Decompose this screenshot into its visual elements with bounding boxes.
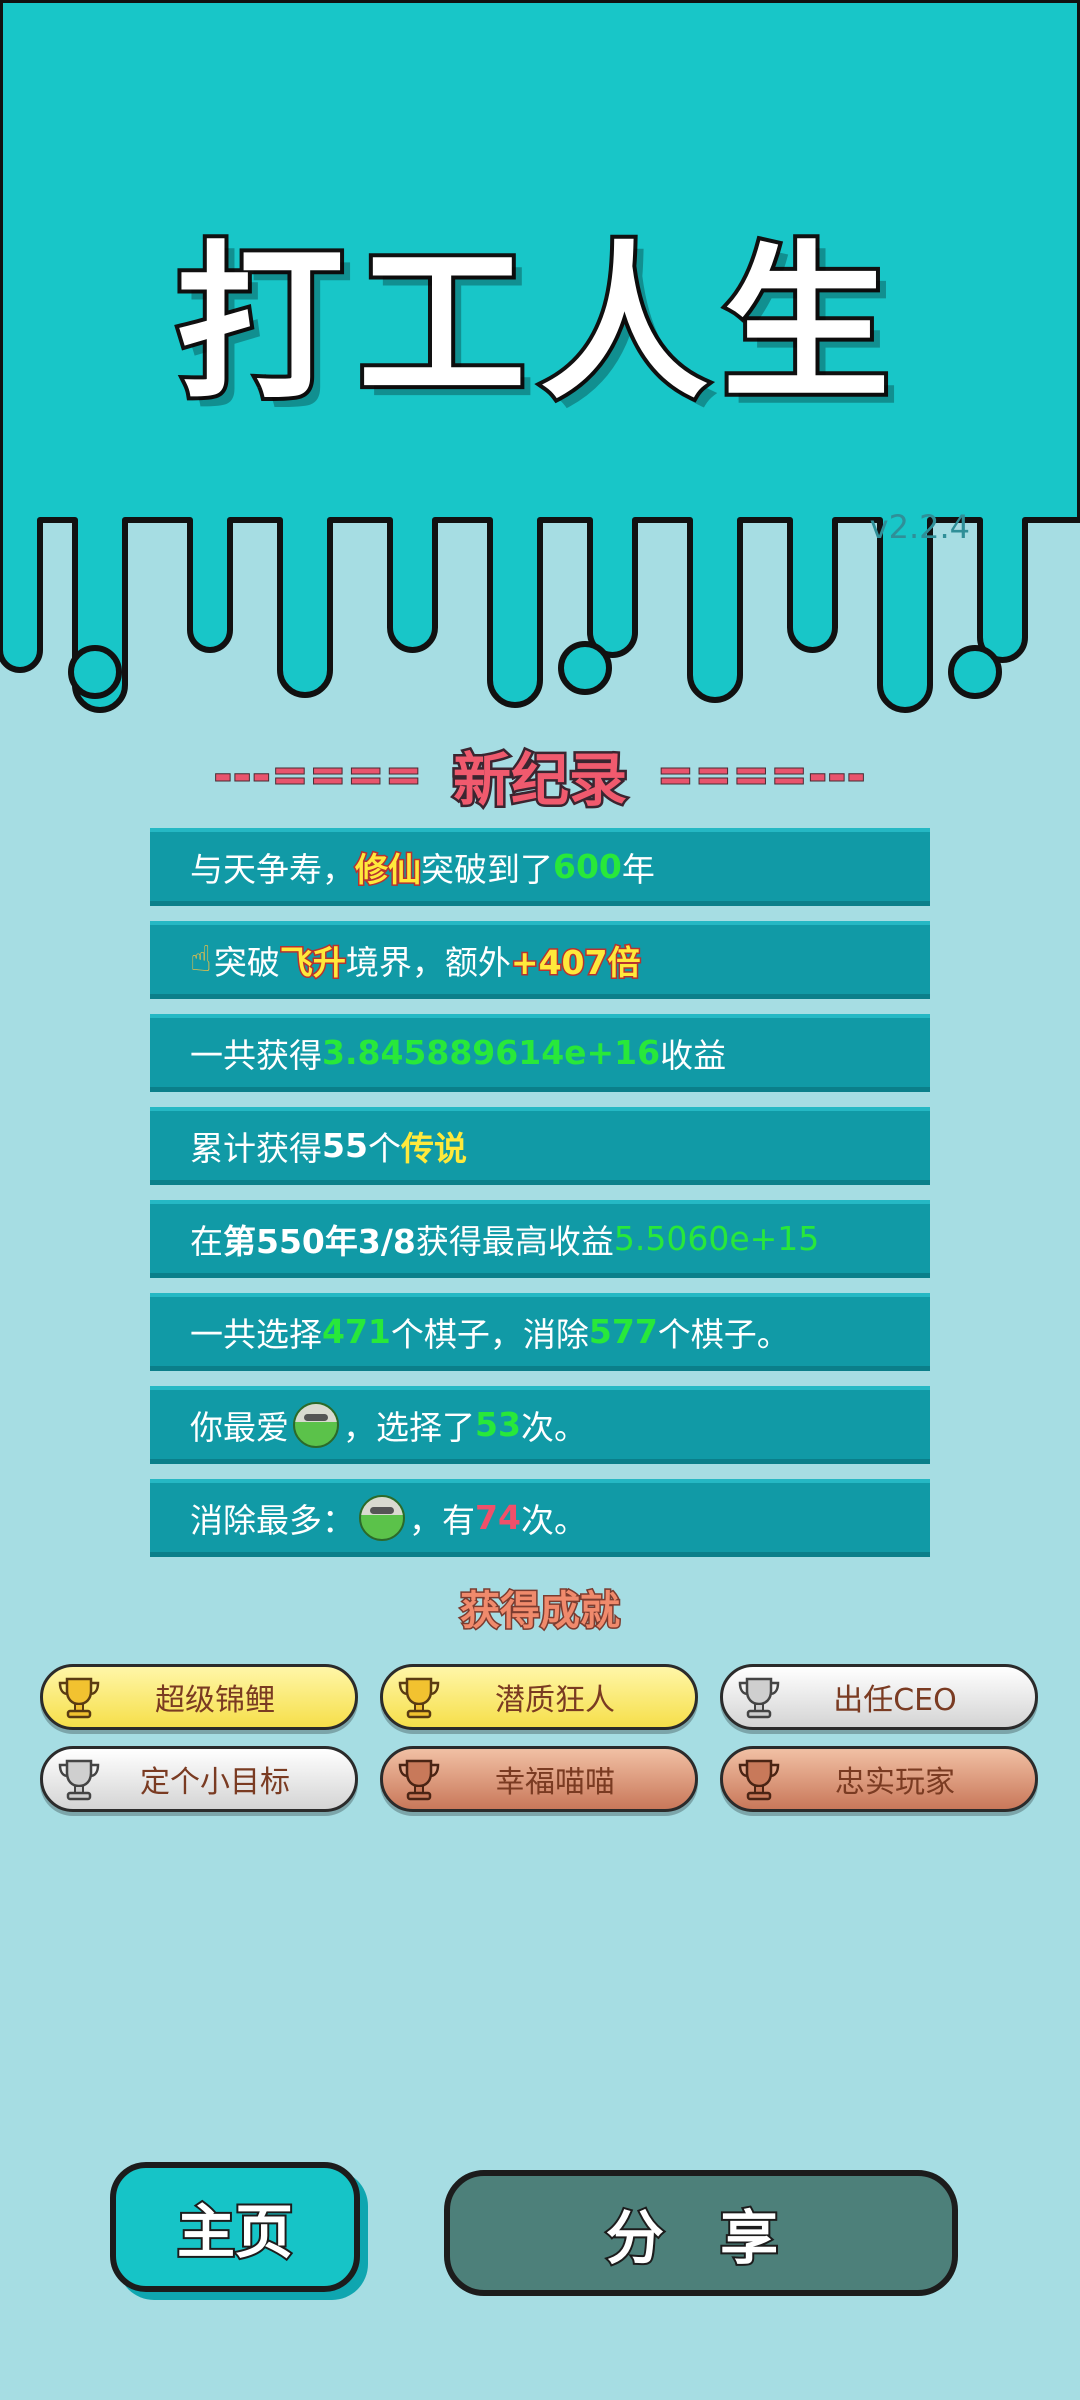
home-button[interactable]: 主页: [110, 2162, 360, 2292]
achievement-badge[interactable]: 幸福喵喵: [380, 1746, 698, 1812]
eliminated-count: 577: [588, 1312, 658, 1351]
realm-highlight: 飞升: [278, 941, 347, 983]
legend-label: 传说: [400, 1128, 467, 1168]
achievement-badge[interactable]: 潜质狂人: [380, 1664, 698, 1730]
drip-dot: [68, 645, 122, 699]
bronze-trophy-icon: [738, 1759, 780, 1801]
silver-trophy-icon: [738, 1677, 780, 1719]
new-record-header: ---==== 新纪录 ====---: [0, 735, 1080, 817]
legend-count: 55: [322, 1126, 368, 1165]
version-label: v2.2.4: [869, 508, 970, 546]
achievements-title: 获得成就: [459, 1587, 622, 1636]
most-eliminated-count: 74: [475, 1498, 521, 1537]
achievement-label: 潜质狂人: [495, 1683, 615, 1718]
record-row-pieces: 一共选择 471 个棋子，消除 577 个棋子。: [150, 1293, 930, 1371]
gold-trophy-icon: [398, 1677, 440, 1719]
gold-trophy-icon: [58, 1677, 100, 1719]
achievement-badge[interactable]: 定个小目标: [40, 1746, 358, 1812]
achievement-label: 幸福喵喵: [495, 1765, 615, 1800]
record-right-decoration: ====---: [656, 749, 867, 802]
record-row-total-income: 一共获得 3.845889614e+16 收益: [150, 1014, 930, 1092]
total-income-value: 3.845889614e+16: [322, 1033, 661, 1072]
peak-date: 第550年3/8: [223, 1221, 416, 1261]
chess-piece-icon: [293, 1401, 339, 1448]
years-value: 600: [553, 847, 622, 886]
record-list: 与天争寿， 修仙 突破到了 600 年 ☝ 突破 飞升 境界，额外 +407倍 …: [150, 828, 930, 1572]
pointing-hand-icon: ☝: [190, 939, 212, 980]
realm-highlight: 修仙: [354, 848, 423, 890]
silver-trophy-icon: [58, 1759, 100, 1801]
record-row-legends: 累计获得 55 个 传说: [150, 1107, 930, 1185]
record-row-breakthrough: ☝ 突破 飞升 境界，额外 +407倍: [150, 921, 930, 999]
record-row-most-eliminated: 消除最多： ，有 74 次。: [150, 1479, 930, 1557]
achievement-label: 定个小目标: [140, 1765, 290, 1800]
achievement-badge[interactable]: 出任CEO: [720, 1664, 1038, 1730]
multiplier-value: +407倍: [509, 941, 642, 983]
peak-income-value: 5.5060e+15: [613, 1219, 820, 1258]
drip-dot: [948, 645, 1002, 699]
drip-dot: [558, 641, 612, 695]
favorite-count: 53: [475, 1405, 521, 1444]
selected-count: 471: [322, 1312, 391, 1351]
share-button[interactable]: 分 享: [444, 2170, 958, 2296]
record-row-favorite: 你最爱 ，选择了 53 次。: [150, 1386, 930, 1464]
achievements-grid: 超级锦鲤 潜质狂人 出任CEO 定个小目标 幸福喵喵 忠实玩家: [40, 1664, 1040, 1812]
achievement-badge[interactable]: 忠实玩家: [720, 1746, 1038, 1812]
record-row-peak-income: 在 第550年3/8 获得最高收益 5.5060e+15: [150, 1200, 930, 1278]
game-title: 打工人生: [172, 226, 904, 422]
record-left-decoration: ---====: [213, 749, 423, 802]
new-record-title: 新纪录: [450, 744, 629, 817]
achievement-label: 忠实玩家: [835, 1765, 955, 1800]
chess-piece-icon: [359, 1494, 405, 1541]
record-row-lifespan: 与天争寿， 修仙 突破到了 600 年: [150, 828, 930, 906]
achievement-label: 超级锦鲤: [155, 1683, 275, 1718]
achievement-label: 出任CEO: [833, 1683, 957, 1718]
bronze-trophy-icon: [398, 1759, 440, 1801]
achievement-badge[interactable]: 超级锦鲤: [40, 1664, 358, 1730]
